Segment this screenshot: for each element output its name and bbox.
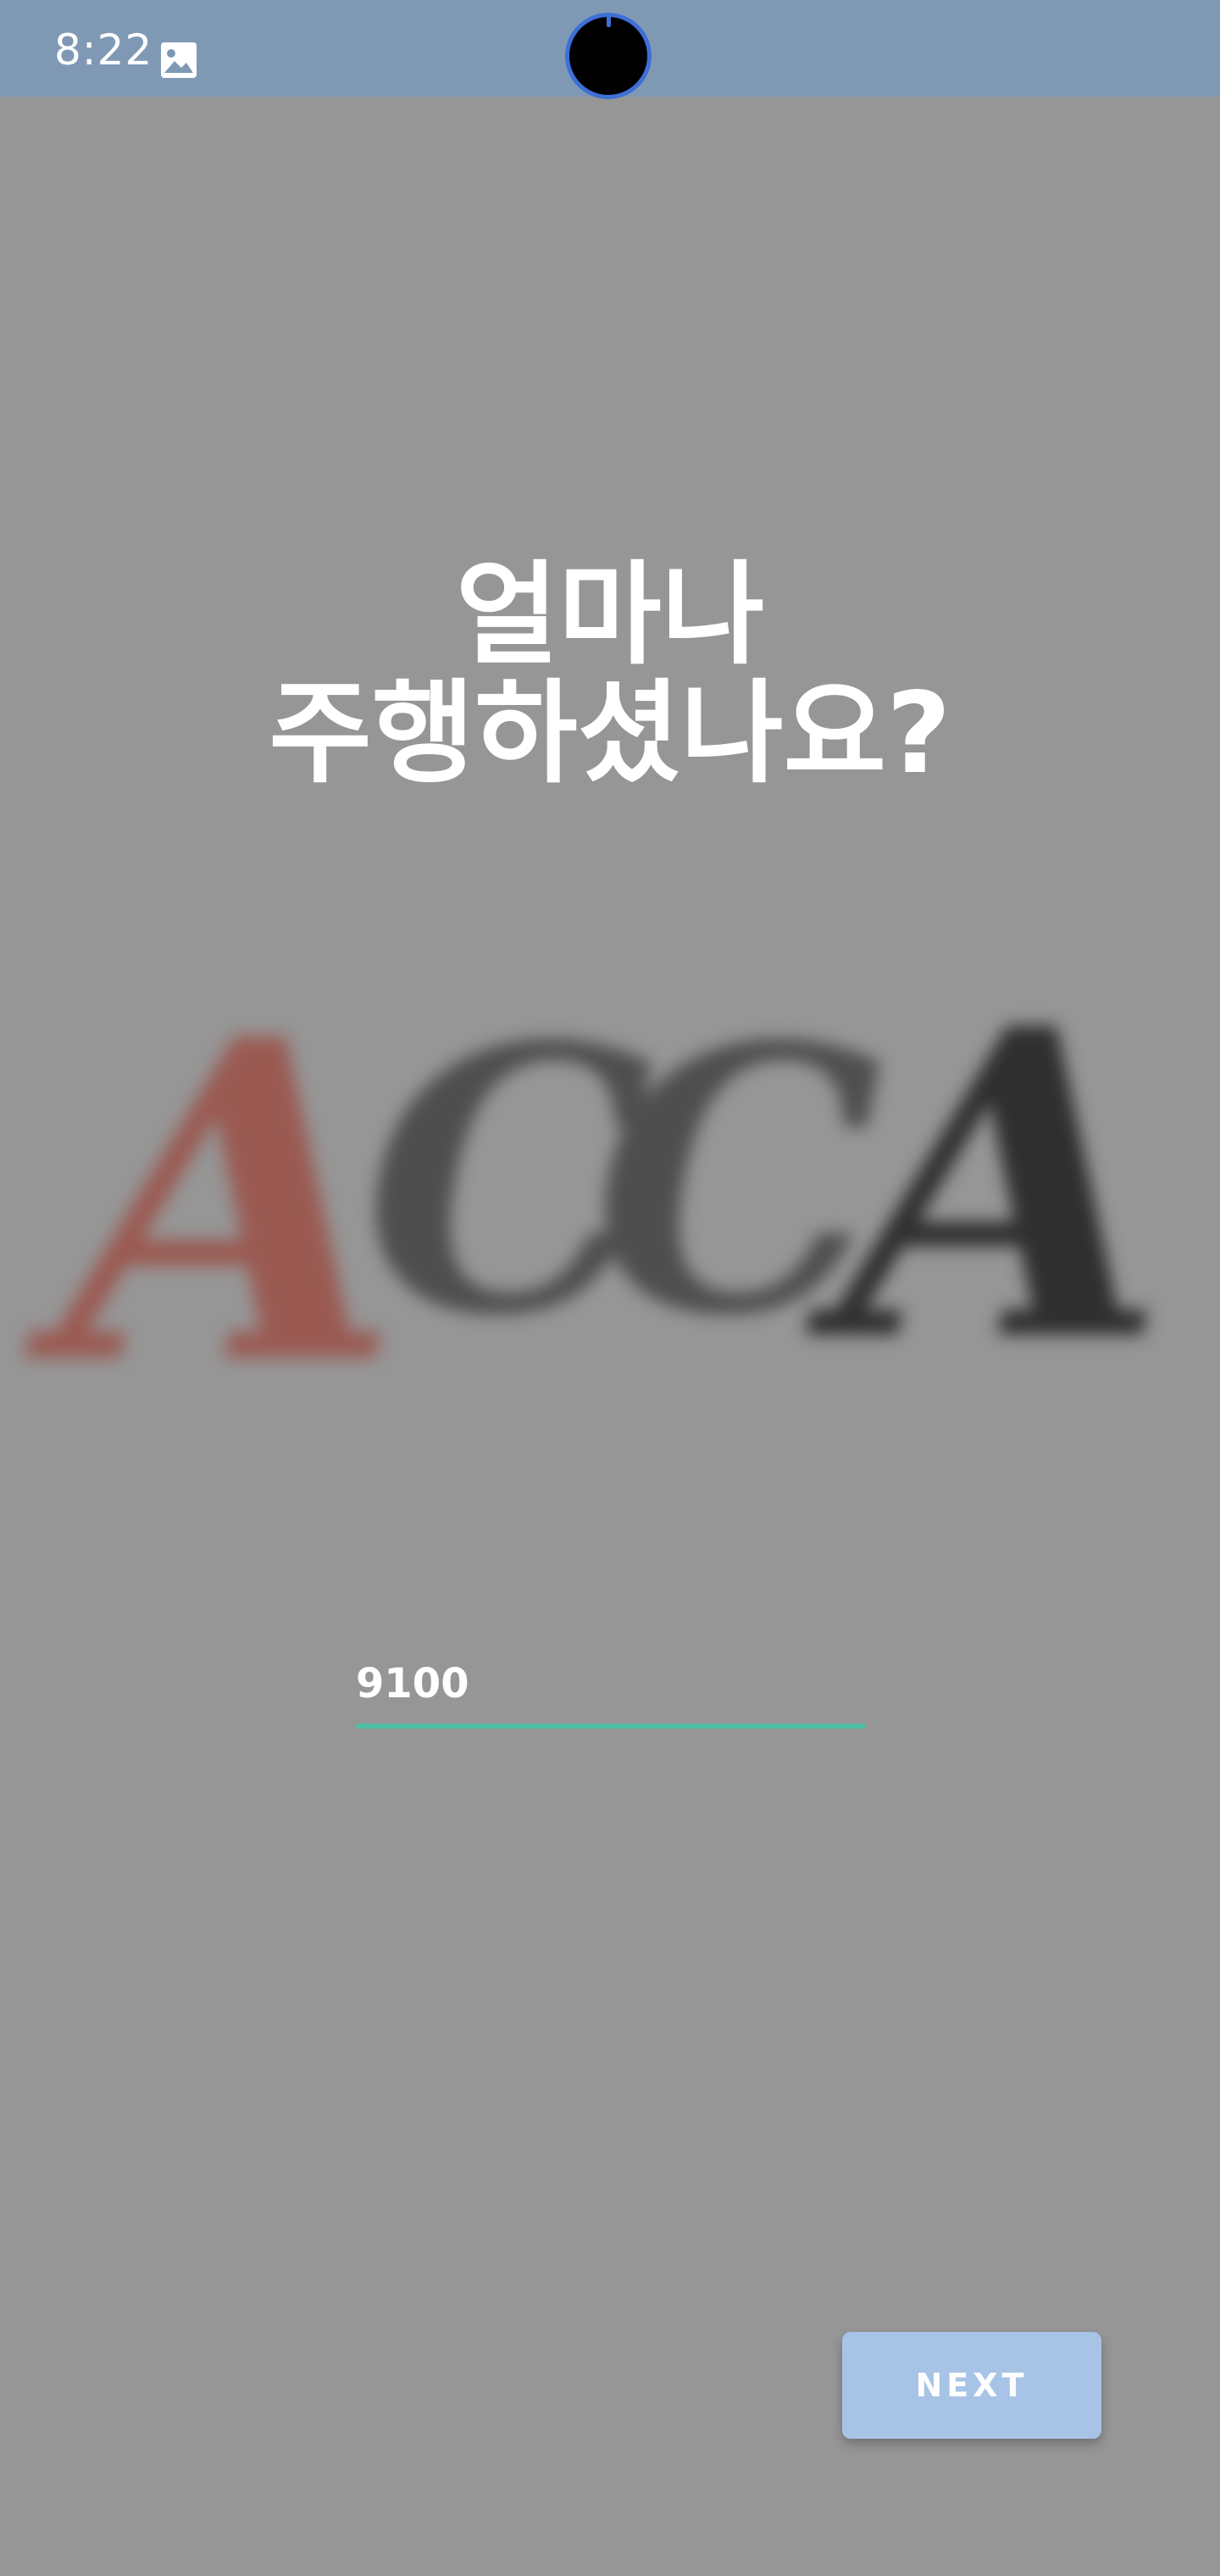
logo-letter-a-dark: A <box>839 937 1167 1435</box>
status-time: 8:22 <box>54 25 153 75</box>
next-button[interactable]: NEXT <box>842 2332 1101 2439</box>
status-bar: 8:22 <box>0 0 1220 97</box>
logo-letter-a-red: A <box>59 944 402 1462</box>
input-underline <box>356 1724 866 1729</box>
acca-logo: A C C A <box>51 966 1169 1441</box>
camera-indicator <box>607 15 611 27</box>
mileage-input[interactable] <box>356 1654 866 1713</box>
camera-cutout <box>569 17 647 95</box>
headline-line-1: 얼마나 <box>455 550 765 680</box>
mileage-field <box>356 1654 866 1730</box>
headline-line-2: 주행하셨나요? <box>269 669 951 799</box>
image-icon <box>159 41 198 80</box>
